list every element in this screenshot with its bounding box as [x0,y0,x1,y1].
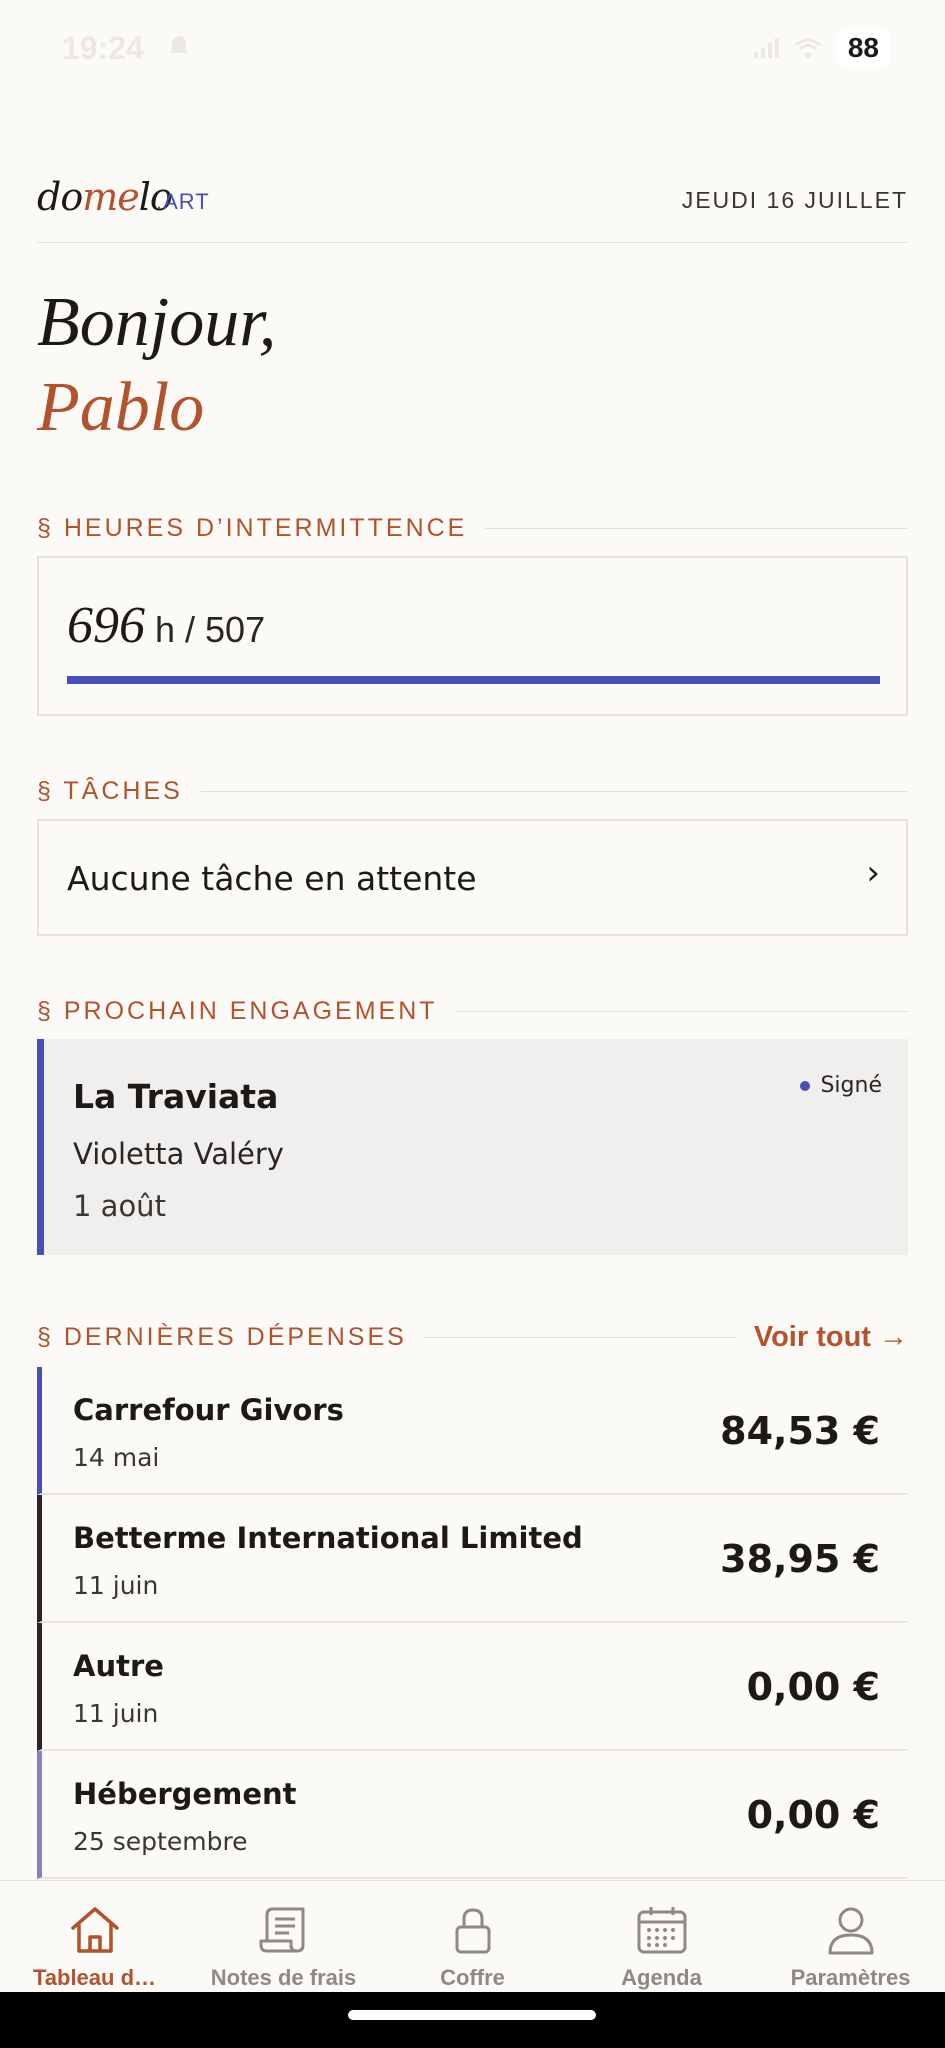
receipt-icon [259,1907,304,1953]
expense-name: Autre [73,1649,164,1683]
signal-icon [753,38,779,58]
expense-amount: 84,53 € [720,1409,880,1453]
hours-section-header: § HEURES D’INTERMITTENCE [37,514,908,543]
nav-label: Tableau d… [32,1965,157,1990]
user-icon [828,1907,873,1955]
wifi-icon [794,38,821,58]
nav-label: Coffre [440,1965,505,1990]
chevron-right-icon: › [866,853,880,893]
expense-date: 11 juin [73,1571,159,1600]
expense-name: Betterme International Limited [73,1521,583,1555]
section-title: § DERNIÈRES DÉPENSES [37,1323,407,1351]
expenses-section-header: § DERNIÈRES DÉPENSES Voir tout → [37,1321,908,1354]
expense-name: Hébergement [73,1777,297,1811]
logo-part: do [37,175,83,219]
engagement-role: Violetta Valéry [73,1137,284,1171]
expense-row[interactable]: Autre 11 juin 0,00 € [37,1623,908,1751]
bottom-nav: Tableau d… Notes de frais Coffre Agenda … [0,1880,945,1992]
expense-row[interactable]: Hébergement 25 septembre 0,00 € [37,1751,908,1879]
tasks-card[interactable]: Aucune tâche en attente › [37,819,908,936]
section-title: § TÂCHES [37,777,183,805]
calendar-icon [637,1907,686,1954]
nav-label: Notes de frais [210,1965,357,1990]
expense-row[interactable]: Carrefour Givors 14 mai 84,53 € [37,1367,908,1495]
logo-suffix: .ART [156,189,210,214]
divider [455,1011,908,1012]
expense-amount: 0,00 € [746,1793,880,1837]
expense-date: 11 juin [73,1699,159,1728]
divider [424,1337,736,1338]
engagement-section-header: § PROCHAIN ENGAGEMENT [37,997,908,1026]
hours-readout: 696 h / 507 [67,596,265,655]
hours-progress-bar [67,676,880,684]
screen: 19:24 88 domelo .ART JEUDI 16 JUILLET Bo… [0,0,945,2048]
status-right: 88 [752,28,891,68]
nav-item-dashboard[interactable]: Tableau d… [0,1881,189,1992]
status-label: Signé [820,1073,882,1098]
expense-name: Carrefour Givors [73,1393,344,1427]
status-time: 19:24 [62,30,144,66]
hours-card[interactable]: 696 h / 507 [37,556,908,716]
app-header: domelo .ART JEUDI 16 JUILLET [37,175,908,243]
system-home-area [0,1992,945,2048]
home-icon [70,1907,119,1953]
current-date: JEUDI 16 JUILLET [681,187,908,213]
engagement-date: 1 août [73,1189,166,1223]
nav-label: Agenda [621,1965,702,1990]
expense-amount: 0,00 € [746,1665,880,1709]
greeting-line: Bonjour, [37,284,277,361]
divider [200,791,908,792]
nav-item-settings[interactable]: Paramètres [756,1881,945,1992]
nav-item-agenda[interactable]: Agenda [567,1881,756,1992]
brand-logo[interactable]: domelo [37,175,173,219]
expense-amount: 38,95 € [720,1537,880,1581]
engagement-card[interactable]: La Traviata Violetta Valéry 1 août Signé [37,1039,908,1255]
expense-date: 14 mai [73,1443,160,1472]
see-all-expenses-link[interactable]: Voir tout → [754,1321,908,1354]
hours-value: 696 [67,597,145,654]
expense-row[interactable]: Betterme International Limited 11 juin 3… [37,1495,908,1623]
status-dot-icon [800,1080,811,1091]
section-title: § PROCHAIN ENGAGEMENT [37,997,438,1025]
divider [485,528,908,529]
hours-target: h / 507 [155,609,266,650]
nav-label: Paramètres [790,1965,911,1990]
expense-date: 25 septembre [73,1827,248,1856]
tasks-empty-label: Aucune tâche en attente [67,859,477,898]
section-title: § HEURES D’INTERMITTENCE [37,514,468,542]
nav-item-expenses[interactable]: Notes de frais [189,1881,378,1992]
status-bar: 19:24 88 [0,0,945,95]
greeting-name: Pablo [37,369,205,446]
logo-accent: me [82,175,140,219]
expenses-list: Carrefour Givors 14 mai 84,53 € Betterme… [37,1367,908,1879]
nav-item-vault[interactable]: Coffre [378,1881,567,1992]
engagement-title: La Traviata [73,1077,279,1116]
notification-icon [170,36,188,53]
home-indicator[interactable] [348,2010,596,2020]
tasks-section-header: § TÂCHES [37,777,908,806]
hours-progress-fill [67,676,880,684]
battery-indicator: 88 [835,28,891,68]
status-badge: Signé [800,1073,882,1098]
lock-icon [455,1908,490,1954]
